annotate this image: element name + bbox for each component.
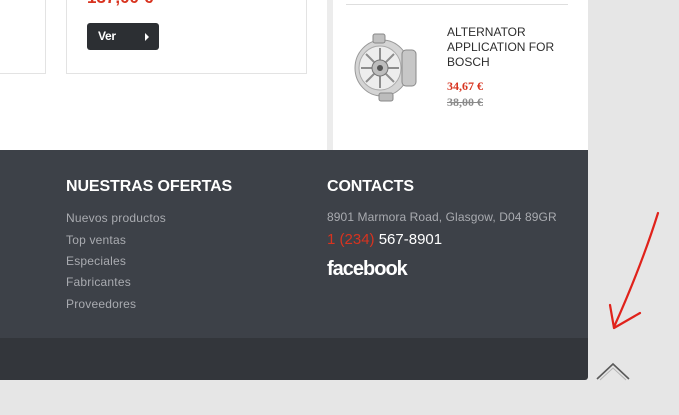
alternator-image[interactable]: [349, 30, 423, 104]
offer-link-manufacturers[interactable]: Fabricantes: [66, 275, 131, 289]
divider: [346, 4, 568, 5]
view-button-label: Ver: [98, 29, 116, 43]
contacts-heading: CONTACTS: [327, 178, 414, 195]
product-old-price: 38,00 €: [447, 95, 483, 109]
offer-link-new-products[interactable]: Nuevos productos: [66, 211, 166, 225]
product-card-left: [0, 0, 46, 74]
offer-link-suppliers[interactable]: Proveedores: [66, 297, 136, 311]
product-card: 137,00 € Ver: [66, 0, 307, 74]
sidebar-product: ALTERNATOR APPLICATION FOR BOSCH 34,67 €…: [333, 0, 588, 150]
scroll-to-top-chevron-up-icon[interactable]: [595, 360, 631, 382]
footer-bottom-bar: [0, 338, 588, 380]
offers-heading: NUESTRAS OFERTAS: [66, 178, 233, 195]
view-button[interactable]: Ver: [87, 23, 159, 50]
product-title[interactable]: ALTERNATOR APPLICATION FOR BOSCH: [447, 25, 567, 70]
red-arrow-annotation: [608, 211, 660, 330]
product-price: 34,67 €: [447, 79, 483, 93]
phone-text: 1 (234) 567-8901: [327, 231, 442, 248]
phone-number: 567-8901: [378, 231, 443, 248]
product-price: 137,00 €: [87, 0, 153, 8]
offer-link-top-sales[interactable]: Top ventas: [66, 233, 126, 247]
play-arrow-icon: [145, 33, 149, 41]
phone-prefix: 1 (234): [327, 231, 375, 248]
facebook-logo[interactable]: facebook: [327, 258, 408, 281]
address-text: 8901 Marmora Road, Glasgow, D04 89GR: [327, 210, 557, 224]
offer-link-specials[interactable]: Especiales: [66, 254, 126, 268]
